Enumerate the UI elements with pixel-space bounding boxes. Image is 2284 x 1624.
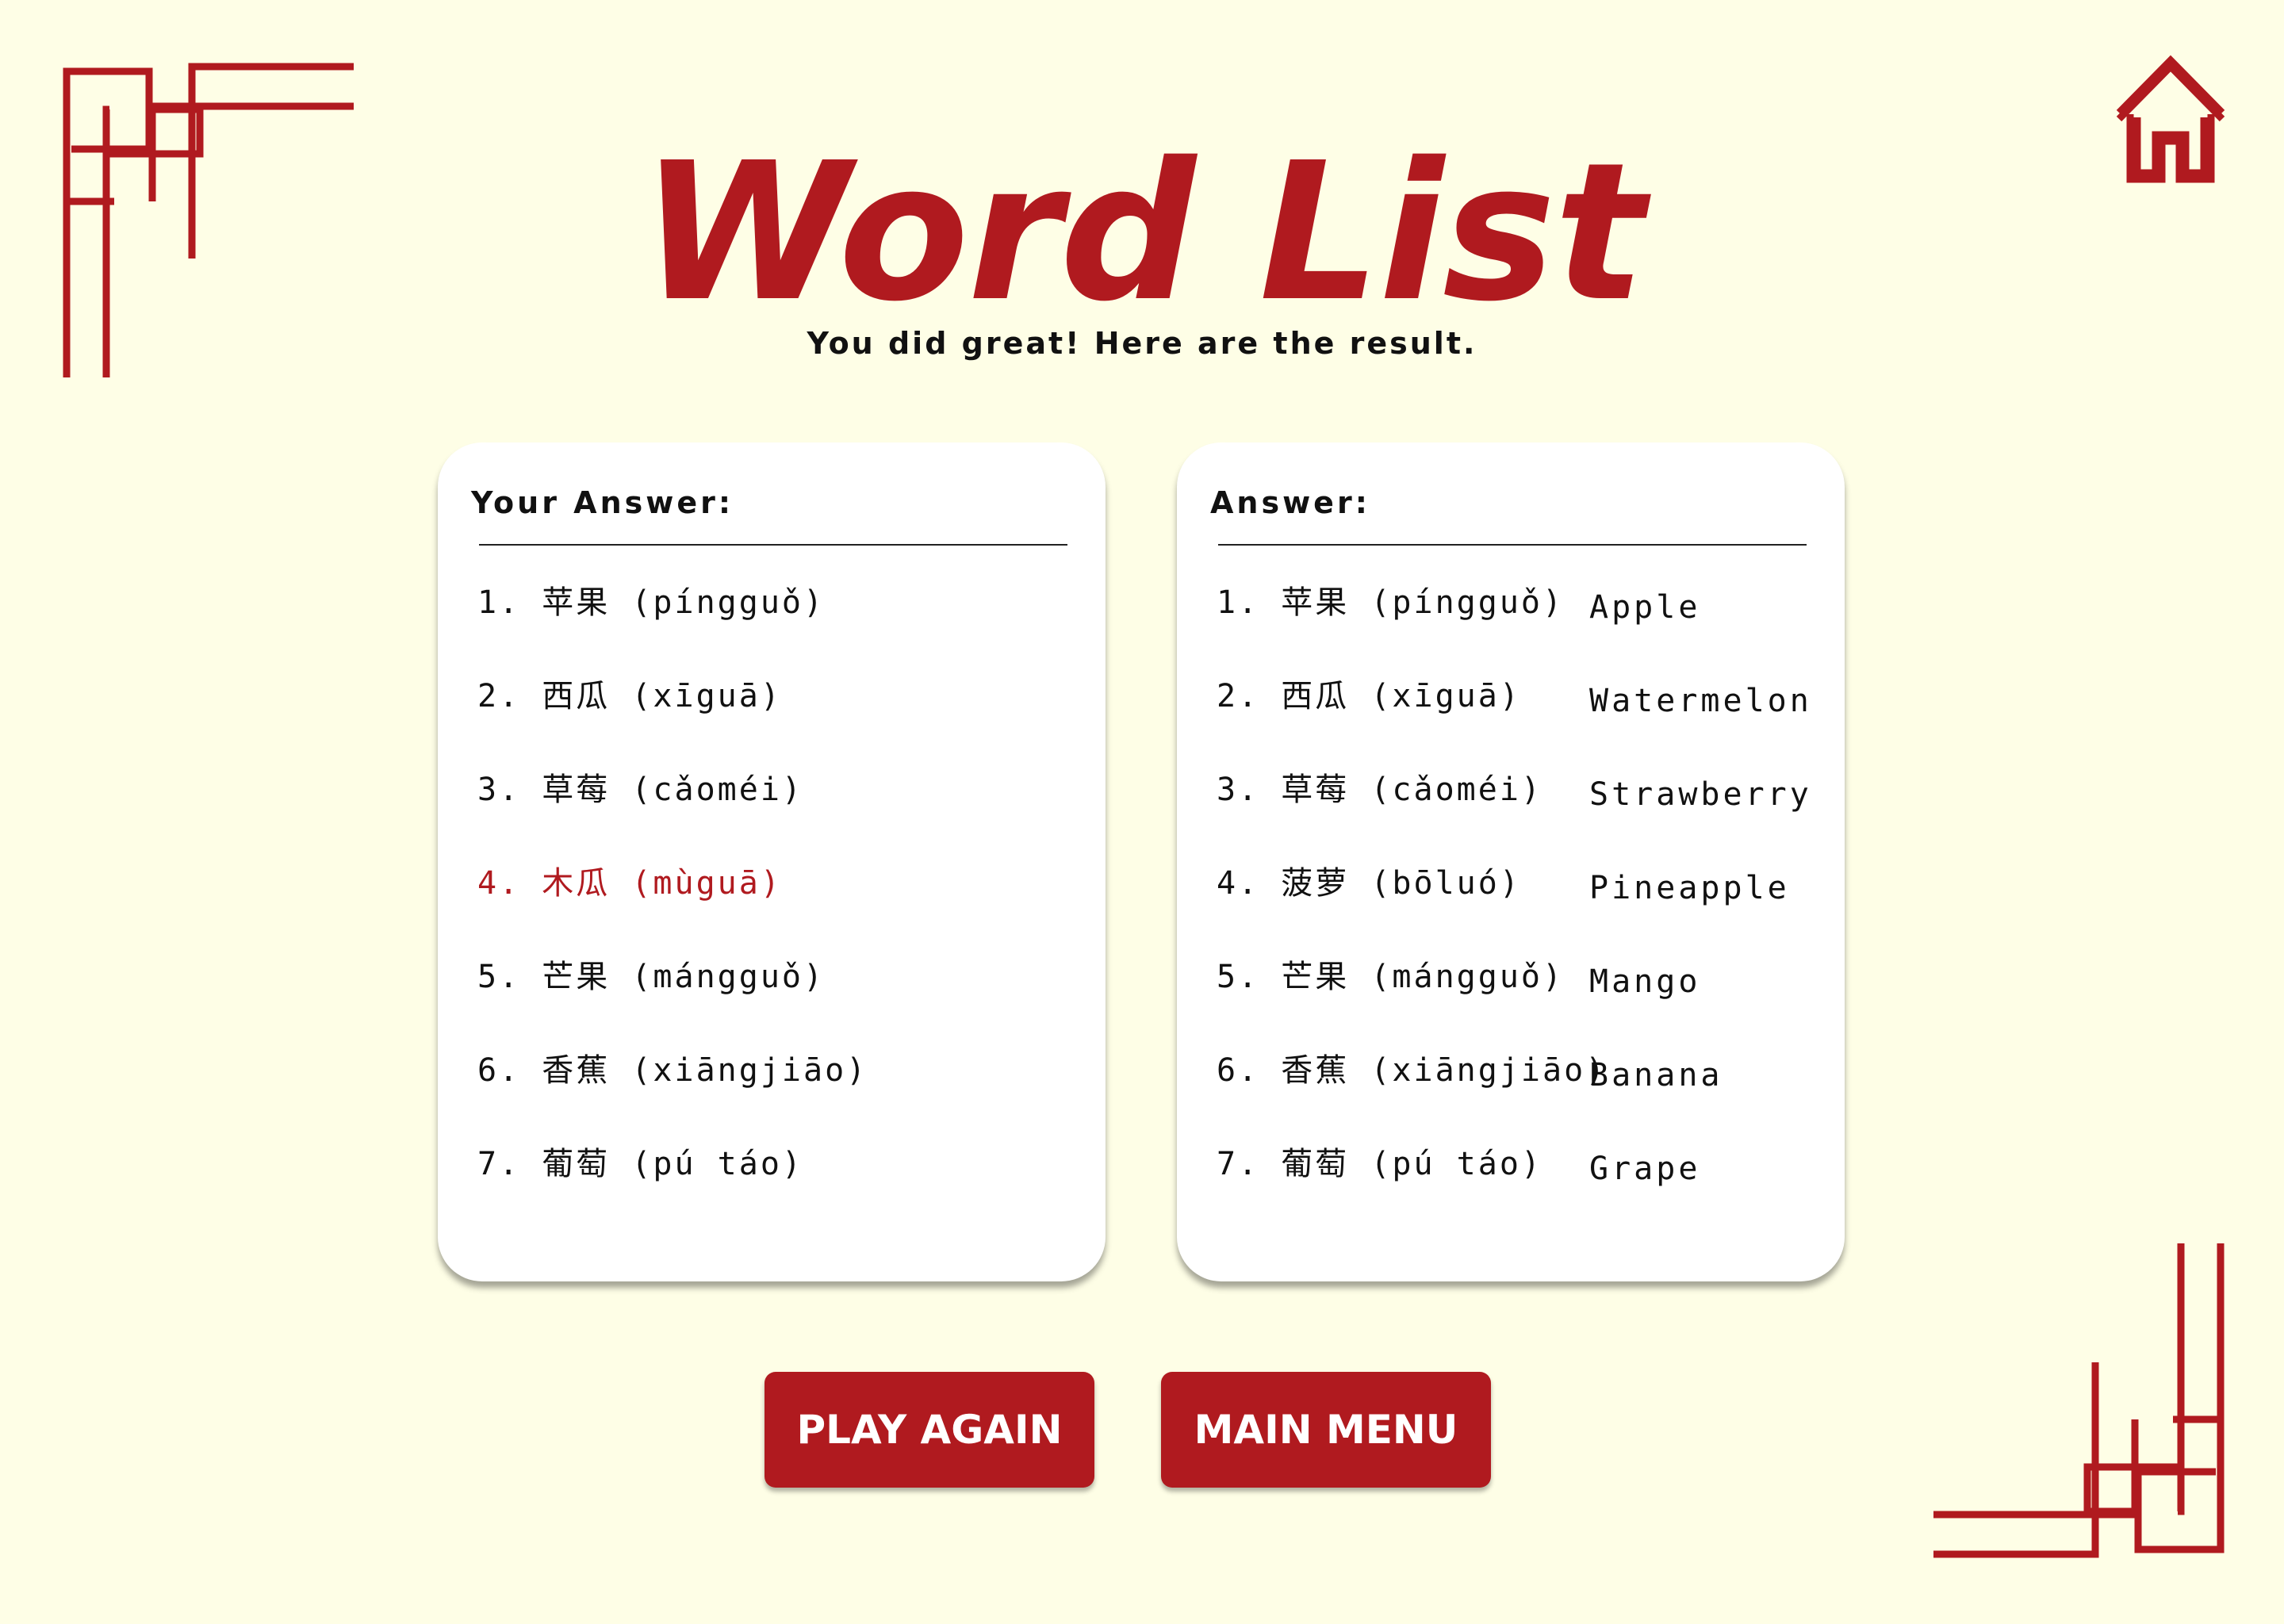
list-item-incorrect: 4. 木瓜 (mùguā) — [477, 850, 1096, 944]
answer-word: 3. 草莓 (cǎoméi) — [1217, 772, 1542, 808]
answer-key-list: 1. 苹果 (píngguǒ) Apple 2. 西瓜 (xīguā) Wate… — [1217, 569, 1835, 1224]
answer-meaning: Grape — [1589, 1151, 1701, 1187]
your-answer-word: 1. 苹果 (píngguǒ) — [477, 584, 826, 621]
list-item: 6. 香蕉 (xiāngjiāo) — [477, 1037, 1096, 1131]
your-answer-word: 6. 香蕉 (xiāngjiāo) — [477, 1052, 868, 1089]
list-item: 3. 草莓 (cǎoméi) Strawberry — [1217, 756, 1835, 850]
your-answer-word: 2. 西瓜 (xīguā) — [477, 678, 782, 714]
your-answer-word: 5. 芒果 (mángguǒ) — [477, 959, 826, 995]
answer-key-card: Answer: 1. 苹果 (píngguǒ) Apple 2. 西瓜 (xīg… — [1177, 442, 1845, 1281]
answer-word: 7. 葡萄 (pú táo) — [1217, 1146, 1542, 1182]
answer-key-heading: Answer: — [1210, 485, 1370, 520]
page-title: Word List — [640, 121, 1646, 343]
your-answer-word-incorrect: 4. 木瓜 (mùguā) — [477, 865, 782, 902]
answer-word: 1. 苹果 (píngguǒ) — [1217, 584, 1565, 621]
divider — [1218, 544, 1807, 546]
your-answer-list: 1. 苹果 (píngguǒ) 2. 西瓜 (xīguā) 3. 草莓 (cǎo… — [477, 569, 1096, 1224]
answer-meaning: Strawberry — [1589, 776, 1812, 813]
answer-word: 2. 西瓜 (xīguā) — [1217, 678, 1521, 714]
your-answer-heading: Your Answer: — [471, 485, 734, 520]
answer-word: 6. 香蕉 (xiāngjiāo) — [1217, 1052, 1608, 1089]
answer-word: 5. 芒果 (mángguǒ) — [1217, 959, 1565, 995]
list-item: 5. 芒果 (mángguǒ) Mango — [1217, 944, 1835, 1037]
answer-meaning: Pineapple — [1589, 870, 1790, 906]
answer-meaning: Banana — [1589, 1057, 1723, 1094]
your-answer-card: Your Answer: 1. 苹果 (píngguǒ) 2. 西瓜 (xīgu… — [438, 442, 1106, 1281]
answer-meaning: Mango — [1589, 963, 1701, 1000]
list-item: 7. 葡萄 (pú táo) — [477, 1131, 1096, 1224]
divider — [479, 544, 1067, 546]
list-item: 5. 芒果 (mángguǒ) — [477, 944, 1096, 1037]
list-item: 3. 草莓 (cǎoméi) — [477, 756, 1096, 850]
list-item: 6. 香蕉 (xiāngjiāo) Banana — [1217, 1037, 1835, 1131]
play-again-button[interactable]: PLAY AGAIN — [765, 1372, 1094, 1488]
your-answer-word: 7. 葡萄 (pú táo) — [477, 1146, 803, 1182]
list-item: 2. 西瓜 (xīguā) Watermelon — [1217, 663, 1835, 756]
main-menu-button[interactable]: MAIN MENU — [1161, 1372, 1491, 1488]
list-item: 7. 葡萄 (pú táo) Grape — [1217, 1131, 1835, 1224]
page-subtitle: You did great! Here are the result. — [807, 326, 1477, 361]
list-item: 2. 西瓜 (xīguā) — [477, 663, 1096, 756]
list-item: 1. 苹果 (píngguǒ) — [477, 569, 1096, 663]
your-answer-word: 3. 草莓 (cǎoméi) — [477, 772, 803, 808]
answer-meaning: Apple — [1589, 589, 1701, 626]
list-item: 4. 菠萝 (bōluó) Pineapple — [1217, 850, 1835, 944]
answer-word: 4. 菠萝 (bōluó) — [1217, 865, 1521, 902]
list-item: 1. 苹果 (píngguǒ) Apple — [1217, 569, 1835, 663]
answer-meaning: Watermelon — [1589, 683, 1812, 719]
corner-ornament-bottom-right-icon — [1933, 1243, 2225, 1558]
